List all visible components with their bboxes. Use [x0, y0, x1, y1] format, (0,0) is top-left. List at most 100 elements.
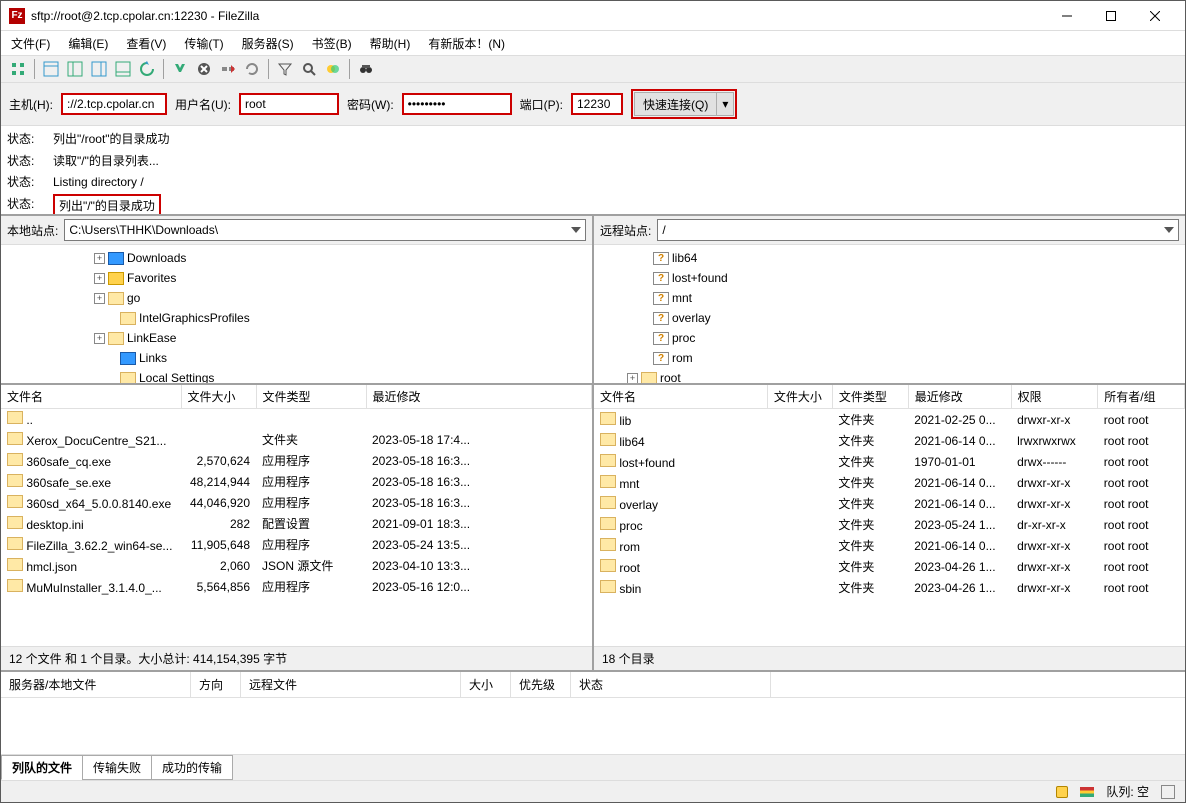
column-header[interactable]: 文件类型 — [256, 385, 366, 409]
file-row[interactable]: overlay文件夹2021-06-14 0...drwxr-xr-xroot … — [594, 493, 1185, 514]
local-filelist[interactable]: 文件名文件大小文件类型最近修改 .. Xerox_DocuCentre_S21.… — [1, 385, 592, 646]
queue-column[interactable]: 服务器/本地文件 — [1, 672, 191, 697]
file-row[interactable]: mnt文件夹2021-06-14 0...drwxr-xr-xroot root — [594, 472, 1185, 493]
file-row[interactable]: 360safe_cq.exe2,570,624应用程序2023-05-18 16… — [1, 450, 592, 471]
file-row[interactable]: Xerox_DocuCentre_S21...文件夹2023-05-18 17:… — [1, 429, 592, 450]
queue-column[interactable]: 远程文件 — [241, 672, 461, 697]
file-icon — [600, 475, 616, 488]
filter-icon[interactable] — [274, 58, 296, 80]
local-tree[interactable]: + Downloads+ Favorites+ go IntelGraphics… — [1, 245, 592, 385]
file-row[interactable]: lib文件夹2021-02-25 0...drwxr-xr-xroot root — [594, 409, 1185, 431]
tree-node[interactable]: Links — [1, 348, 592, 368]
tree-node[interactable]: ? overlay — [594, 308, 1185, 328]
username-input[interactable] — [239, 93, 339, 115]
compare-icon[interactable] — [322, 58, 344, 80]
queue-column[interactable]: 优先级 — [511, 672, 571, 697]
expand-icon[interactable]: + — [94, 273, 105, 284]
queue-tabs: 列队的文件传输失败成功的传输 — [1, 754, 1185, 780]
search-icon[interactable] — [298, 58, 320, 80]
sitemanager-icon[interactable] — [7, 58, 29, 80]
local-path-input[interactable] — [64, 219, 586, 241]
binoculars-icon[interactable] — [355, 58, 377, 80]
column-header[interactable]: 文件名 — [1, 385, 181, 409]
file-row[interactable]: rom文件夹2021-06-14 0...drwxr-xr-xroot root — [594, 535, 1185, 556]
file-row[interactable]: sbin文件夹2023-04-26 1...drwxr-xr-xroot roo… — [594, 577, 1185, 598]
tree-node[interactable]: + Favorites — [1, 268, 592, 288]
menu-item[interactable]: 文件(F) — [7, 33, 54, 54]
tree-node[interactable]: IntelGraphicsProfiles — [1, 308, 592, 328]
queue-column[interactable]: 状态 — [571, 672, 771, 697]
file-row[interactable]: lib64文件夹2021-06-14 0...lrwxrwxrwxroot ro… — [594, 430, 1185, 451]
file-row[interactable]: 360safe_se.exe48,214,944应用程序2023-05-18 1… — [1, 471, 592, 492]
file-row[interactable]: hmcl.json2,060JSON 源文件2023-04-10 13:3... — [1, 555, 592, 576]
expand-icon[interactable]: + — [94, 253, 105, 264]
expand-icon[interactable]: + — [94, 333, 105, 344]
toggle-queue-icon[interactable] — [112, 58, 134, 80]
file-row[interactable]: FileZilla_3.62.2_win64-se...11,905,648应用… — [1, 534, 592, 555]
tree-node[interactable]: + LinkEase — [1, 328, 592, 348]
toggle-remotetree-icon[interactable] — [88, 58, 110, 80]
quickconnect-button[interactable]: 快速连接(Q) — [634, 92, 717, 116]
refresh-icon[interactable] — [136, 58, 158, 80]
queue-tab[interactable]: 成功的传输 — [151, 755, 233, 780]
column-header[interactable]: 文件大小 — [181, 385, 256, 409]
toolbar — [1, 55, 1185, 83]
column-header[interactable]: 文件类型 — [832, 385, 908, 409]
column-header[interactable]: 最近修改 — [908, 385, 1011, 409]
column-header[interactable]: 文件大小 — [767, 385, 832, 409]
toggle-log-icon[interactable] — [40, 58, 62, 80]
column-header[interactable]: 权限 — [1011, 385, 1098, 409]
remote-path-input[interactable] — [657, 219, 1179, 241]
reconnect-icon[interactable] — [241, 58, 263, 80]
file-row[interactable]: MuMuInstaller_3.1.4.0_...5,564,856应用程序20… — [1, 576, 592, 597]
cancel-icon[interactable] — [193, 58, 215, 80]
tree-node[interactable]: + go — [1, 288, 592, 308]
port-input[interactable] — [571, 93, 623, 115]
process-queue-icon[interactable] — [169, 58, 191, 80]
password-input[interactable] — [402, 93, 512, 115]
remote-filelist[interactable]: 文件名文件大小文件类型最近修改权限所有者/组 lib文件夹2021-02-25 … — [594, 385, 1185, 646]
file-row[interactable]: root文件夹2023-04-26 1...drwxr-xr-xroot roo… — [594, 556, 1185, 577]
expand-icon[interactable]: + — [94, 293, 105, 304]
queue-tab[interactable]: 传输失败 — [82, 755, 152, 780]
app-window: Fz sftp://root@2.tcp.cpolar.cn:12230 - F… — [0, 0, 1186, 803]
remote-tree[interactable]: ? lib64 ? lost+found ? mnt ? overlay ? p… — [594, 245, 1185, 385]
queue-body[interactable] — [1, 698, 1185, 754]
file-row[interactable]: desktop.ini282配置设置2021-09-01 18:3... — [1, 513, 592, 534]
host-input[interactable] — [61, 93, 167, 115]
column-header[interactable]: 最近修改 — [366, 385, 592, 409]
tree-node[interactable]: + Downloads — [1, 248, 592, 268]
column-header[interactable]: 文件名 — [594, 385, 767, 409]
tree-node[interactable]: ? proc — [594, 328, 1185, 348]
tree-node[interactable]: ? rom — [594, 348, 1185, 368]
queue-column[interactable]: 方向 — [191, 672, 241, 697]
menu-item[interactable]: 有新版本！(N) — [424, 33, 509, 54]
file-row[interactable]: lost+found文件夹1970-01-01drwx------root ro… — [594, 451, 1185, 472]
menu-item[interactable]: 编辑(E) — [64, 33, 112, 54]
menu-item[interactable]: 查看(V) — [122, 33, 170, 54]
file-row[interactable]: proc文件夹2023-05-24 1...dr-xr-xr-xroot roo… — [594, 514, 1185, 535]
quickconnect-dropdown[interactable]: ▾ — [716, 92, 734, 116]
expand-icon[interactable]: + — [627, 373, 638, 384]
disconnect-icon[interactable] — [217, 58, 239, 80]
tree-node[interactable]: ? lost+found — [594, 268, 1185, 288]
tree-node[interactable]: Local Settings — [1, 368, 592, 385]
file-row[interactable]: .. — [1, 409, 592, 430]
queue-column[interactable]: 大小 — [461, 672, 511, 697]
menu-item[interactable]: 服务器(S) — [238, 33, 298, 54]
minimize-button[interactable] — [1045, 2, 1089, 30]
file-row[interactable]: 360sd_x64_5.0.0.8140.exe44,046,920应用程序20… — [1, 492, 592, 513]
menu-item[interactable]: 帮助(H) — [366, 33, 415, 54]
tree-node[interactable]: ? mnt — [594, 288, 1185, 308]
maximize-button[interactable] — [1089, 2, 1133, 30]
menu-item[interactable]: 传输(T) — [180, 33, 227, 54]
tree-node[interactable]: + root — [594, 368, 1185, 385]
toggle-localtree-icon[interactable] — [64, 58, 86, 80]
column-header[interactable]: 所有者/组 — [1098, 385, 1185, 409]
log-message: 列出"/root"的目录成功 — [53, 129, 170, 151]
close-button[interactable] — [1133, 2, 1177, 30]
tree-node[interactable]: ? lib64 — [594, 248, 1185, 268]
message-log[interactable]: 状态:列出"/root"的目录成功状态:读取"/"的目录列表...状态:List… — [1, 126, 1185, 216]
queue-tab[interactable]: 列队的文件 — [1, 755, 83, 780]
menu-item[interactable]: 书签(B) — [308, 33, 356, 54]
